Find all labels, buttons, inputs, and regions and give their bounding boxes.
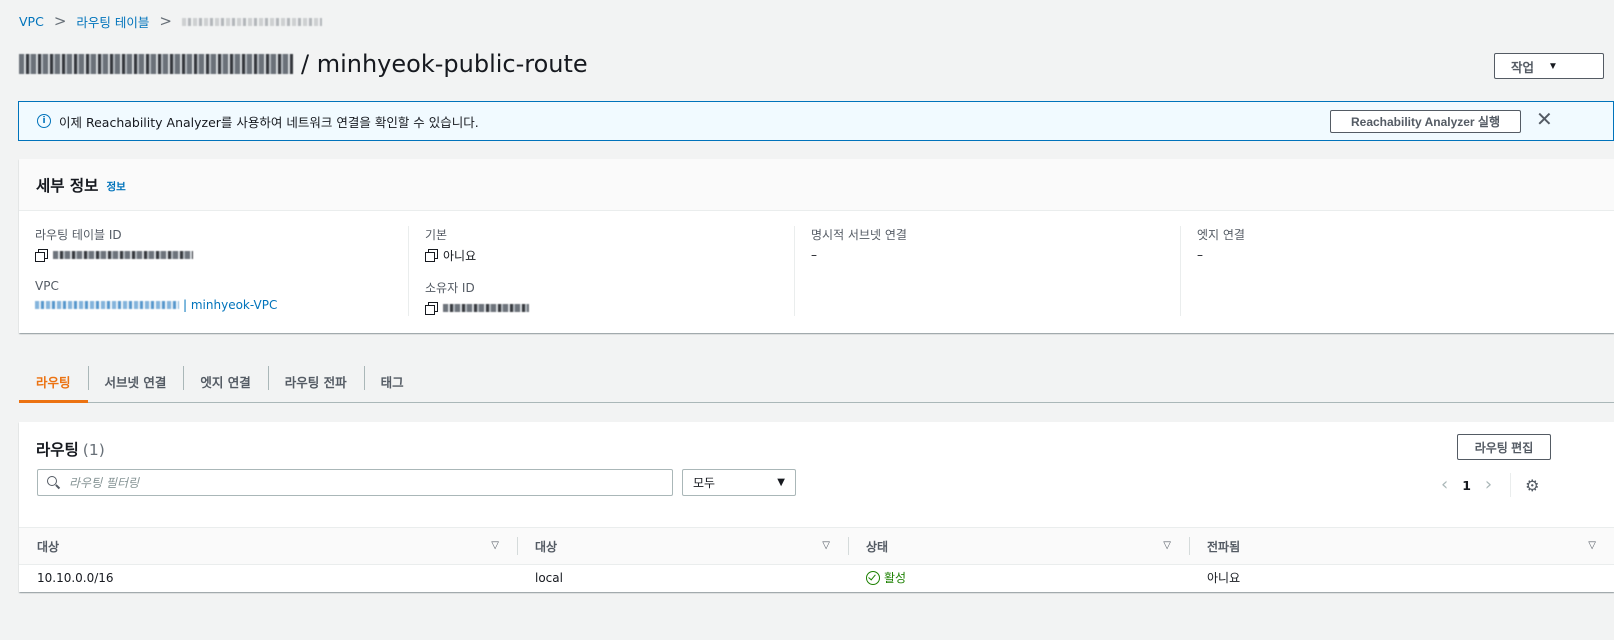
route-table-id-field: 라우팅 테이블 ID [35,226,193,263]
main-value: 아니요 [425,247,476,263]
caret-down-icon: ▼ [1548,60,1558,72]
explicit-subnet-value: – [811,248,817,262]
table-row: 10.10.0.0/16 local 활성 아니요 [19,565,1614,591]
check-circle-icon [866,570,880,585]
column-header-label: 상태 [866,539,889,554]
chevron-right-icon[interactable]: › [1485,476,1492,494]
route-table-id-redacted [19,54,293,74]
column-header-target[interactable]: 대상 ▽ [517,527,848,565]
sort-icon[interactable]: ▽ [822,540,830,551]
breadcrumb-current-redacted [181,17,322,26]
edit-routes-button[interactable]: 라우팅 편집 [1457,434,1551,460]
tab-tags[interactable]: 태그 [363,360,421,402]
tab-route-propagation[interactable]: 라우팅 전파 [267,360,364,402]
info-banner: i 이제 Reachability Analyzer를 사용하여 네트워크 연결… [18,101,1614,141]
actions-button[interactable]: 작업 ▼ [1494,53,1604,79]
route-table-id-value [35,247,193,263]
column-header-label: 대상 [535,539,558,554]
route-filter-select-value: 모두 [693,476,716,490]
column-header-propagated[interactable]: 전파됨 ▽ [1189,527,1614,565]
copy-icon[interactable] [425,249,438,262]
details-column-4: 엣지 연결 – [1180,226,1566,316]
owner-id-value [425,300,529,316]
column-header-label: 대상 [37,539,60,554]
explicit-subnet-field: 명시적 서브넷 연결 – [811,226,907,263]
tab-routes[interactable]: 라우팅 [19,360,88,403]
cell-destination: 10.10.0.0/16 [37,570,114,585]
current-page[interactable]: 1 [1462,478,1471,493]
sort-icon[interactable]: ▽ [1163,540,1171,551]
main-value-text: 아니요 [443,248,477,263]
cell-status: 활성 [848,565,1189,591]
column-header-status[interactable]: 상태 ▽ [848,527,1189,565]
breadcrumb-vpc-link[interactable]: VPC [19,14,44,29]
owner-id-label: 소유자 ID [425,281,475,295]
owner-id-redacted [443,304,529,312]
routes-title: 라우팅 (1) [36,438,105,460]
tab-edge-associations[interactable]: 엣지 연결 [183,360,267,402]
vpc-id-redacted [35,301,179,309]
chevron-left-icon[interactable]: ‹ [1441,476,1448,494]
pagination: ‹ 1 › ⚙ [1441,473,1539,497]
breadcrumb-route-tables-link[interactable]: 라우팅 테이블 [76,12,149,31]
sort-icon[interactable]: ▽ [1588,540,1596,551]
details-column-1: 라우팅 테이블 ID VPC | minhyeok-VPC [19,226,405,316]
page-title: / minhyeok-public-route [19,50,588,78]
route-filter [37,469,673,496]
explicit-subnet-label: 명시적 서브넷 연결 [811,228,907,242]
details-column-2: 기본 아니요 소유자 ID [408,226,794,316]
cell-propagated: 아니요 [1207,571,1241,586]
vpc-label: VPC [35,279,59,293]
actions-label: 작업 [1511,60,1535,75]
routes-panel: 라우팅(1) 라우팅 편집 모두 ▼ ‹ 1 › ⚙ 대상 ▽ 대상 ▽ 상태 ▽ 전… [19,422,1614,592]
route-table-id-redacted [53,251,193,259]
search-icon [47,475,61,490]
vpc-value: | minhyeok-VPC [35,297,277,313]
details-panel: 세부 정보 정보 라우팅 테이블 ID VPC | minhyeok-VPC 기… [19,159,1614,333]
breadcrumb: VPC > 라우팅 테이블 > [19,12,322,31]
details-info-link[interactable]: 정보 [106,179,125,194]
routes-count: (1) [82,441,105,459]
edge-association-value: – [1197,248,1203,262]
page-title-name: / minhyeok-public-route [301,50,588,78]
pagination-divider [1510,473,1512,497]
route-table-id-label: 라우팅 테이블 ID [35,228,122,242]
owner-id-field: 소유자 ID [425,279,529,316]
routes-table: 대상 ▽ 대상 ▽ 상태 ▽ 전파됨 ▽ 10.10.0.0/16 local 활성 아… [19,527,1614,591]
copy-icon[interactable] [35,249,48,262]
info-icon: i [37,114,51,128]
tab-bar: 라우팅 서브넷 연결 엣지 연결 라우팅 전파 태그 [19,360,1614,403]
banner-message: 이제 Reachability Analyzer를 사용하여 네트워크 연결을 … [59,114,479,130]
breadcrumb-separator-icon: > [159,12,172,30]
details-header: 세부 정보 정보 [19,159,1614,211]
edge-association-label: 엣지 연결 [1197,228,1245,242]
caret-down-icon: ▼ [777,477,785,488]
copy-icon[interactable] [425,302,438,315]
vpc-field: VPC | minhyeok-VPC [35,279,277,313]
main-label: 기본 [425,228,448,242]
gear-icon[interactable]: ⚙ [1525,476,1539,495]
breadcrumb-separator-icon: > [53,12,67,30]
route-filter-input[interactable] [69,475,629,490]
cell-target: local [535,570,563,585]
status-badge: 활성 [866,569,1171,586]
column-header-destination[interactable]: 대상 ▽ [19,527,517,565]
details-title: 세부 정보 [36,176,99,195]
main-field: 기본 아니요 [425,226,476,263]
column-header-label: 전파됨 [1207,539,1241,554]
route-filter-select[interactable]: 모두 ▼ [682,469,796,496]
routes-title-text: 라우팅 [36,441,79,459]
vpc-link[interactable]: | minhyeok-VPC [183,298,277,312]
details-column-3: 명시적 서브넷 연결 – [794,226,1180,316]
close-icon[interactable]: ✕ [1536,109,1553,129]
status-text: 활성 [884,571,907,586]
reachability-analyzer-button[interactable]: Reachability Analyzer 실행 [1330,110,1521,133]
tab-subnet-associations[interactable]: 서브넷 연결 [87,360,184,402]
edge-association-field: 엣지 연결 – [1197,226,1245,263]
sort-icon[interactable]: ▽ [491,540,499,551]
table-header-row: 대상 ▽ 대상 ▽ 상태 ▽ 전파됨 ▽ [19,527,1614,565]
